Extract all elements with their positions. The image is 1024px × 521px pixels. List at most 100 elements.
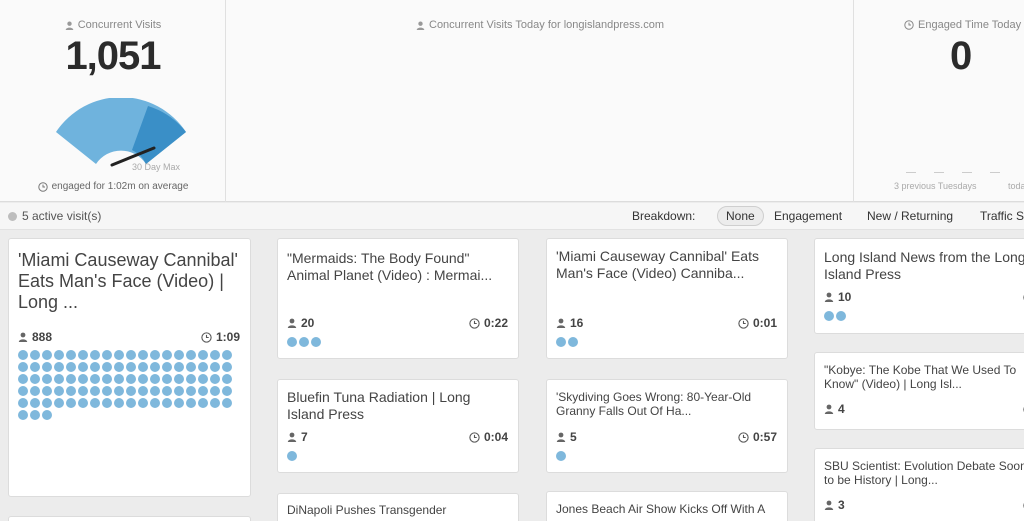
page-card[interactable]: Jones Beach Air Show Kicks Off With A: [546, 491, 788, 521]
visitor-dot: [198, 362, 208, 372]
engaged-time: 0:01: [752, 316, 777, 330]
visitor-dot: [78, 374, 88, 384]
visitor-count: 3: [838, 498, 845, 512]
page-meta: 7 0:04: [287, 430, 508, 444]
concurrent-visits-title: Concurrent Visits: [0, 19, 226, 31]
page-title[interactable]: "Mermaids: The Body Found" Animal Planet…: [287, 250, 510, 283]
visitor-count: 20: [301, 316, 315, 330]
visitor-count: 5: [570, 430, 577, 444]
visitor-dot: [186, 350, 196, 360]
stats-header: Concurrent Visits 1,051 30 Day Max engag…: [0, 0, 1024, 202]
visitor-dot: [138, 386, 148, 396]
visitor-dot: [287, 337, 297, 347]
visitor-count: 888: [32, 330, 53, 344]
visitor-dot: [222, 350, 232, 360]
visitor-dot: [824, 311, 834, 321]
page-title-text: Long Island News from the Long Island Pr…: [824, 249, 1024, 282]
visitor-dot: [18, 362, 28, 372]
person-icon: [416, 21, 425, 30]
person-icon: [824, 404, 834, 414]
page-title[interactable]: 'Skydiving Goes Wrong: 80-Year-Old Grann…: [556, 390, 779, 418]
visitor-dot: [222, 374, 232, 384]
page-card[interactable]: 'Miami Causeway Cannibal' Eats Man's Fac…: [8, 238, 251, 497]
visitor-dot: [174, 386, 184, 396]
page-card[interactable]: "Mermaids: The Body Found" Animal Planet…: [277, 238, 519, 359]
visitor-dot: [222, 362, 232, 372]
page-meta: 10: [824, 290, 1024, 304]
page-title[interactable]: Bluefin Tuna Radiation | Long Island Pre…: [287, 389, 510, 422]
previous-tuesdays-label: 3 previous Tuesdays: [894, 181, 977, 191]
page-card[interactable]: Long Island News from the Long Island Pr…: [814, 238, 1024, 334]
engaged-time-panel: Engaged Time Today 0 3 previous Tuesdays…: [854, 0, 1024, 202]
visitor-dot: [78, 398, 88, 408]
visitor-dot: [138, 362, 148, 372]
visitor-dots: [287, 451, 297, 461]
visitor-dot: [222, 398, 232, 408]
visitor-dot: [114, 350, 124, 360]
visitor-dot: [54, 398, 64, 408]
page-card[interactable]: "Kobye: The Kobe That We Used To Know" (…: [814, 352, 1024, 430]
page-title[interactable]: Jones Beach Air Show Kicks Off With A: [556, 502, 779, 516]
visitor-dot: [126, 374, 136, 384]
visitor-dot: [556, 451, 566, 461]
visits-today-panel: Concurrent Visits Today for longislandpr…: [226, 0, 854, 202]
visitor-dot: [30, 350, 40, 360]
page-meta: 16 0:01: [556, 316, 777, 330]
visitor-dot: [102, 350, 112, 360]
page-card[interactable]: [8, 516, 251, 521]
sparkline-tick: [934, 172, 944, 173]
visitor-dot: [174, 350, 184, 360]
page-title[interactable]: 'Miami Causeway Cannibal' Eats Man's Fac…: [18, 250, 242, 314]
breakdown-none[interactable]: None: [717, 206, 764, 226]
breakdown-label: Breakdown:: [632, 209, 696, 223]
page-meta: 888 1:09: [18, 330, 240, 344]
visitor-dot: [42, 374, 52, 384]
visits-today-title: Concurrent Visits Today for longislandpr…: [226, 19, 854, 31]
breakdown-traffic-source[interactable]: Traffic S: [980, 209, 1024, 223]
page-card[interactable]: 'Miami Causeway Cannibal' Eats Man's Fac…: [546, 238, 788, 359]
engaged-time-label: Engaged Time Today: [918, 19, 1022, 31]
sparkline-tick: [962, 172, 972, 173]
page-meta: 3: [824, 498, 1024, 512]
breakdown-new-returning[interactable]: New / Returning: [867, 209, 953, 223]
visitor-dot: [150, 350, 160, 360]
visitor-dots: [556, 451, 566, 461]
page-card[interactable]: Bluefin Tuna Radiation | Long Island Pre…: [277, 379, 519, 473]
visitor-dot: [210, 386, 220, 396]
page-card[interactable]: DiNapoli Pushes Transgender: [277, 493, 519, 521]
active-status-dot: [8, 212, 17, 221]
visitor-dot: [90, 374, 100, 384]
clock-icon: [738, 431, 749, 443]
gauge-max-label: 30 Day Max: [132, 162, 181, 172]
visitor-dot: [126, 398, 136, 408]
visitor-dot: [18, 398, 28, 408]
page-title[interactable]: SBU Scientist: Evolution Debate Soon to …: [824, 459, 1024, 487]
visitor-dot: [186, 386, 196, 396]
visitor-dot: [162, 362, 172, 372]
visitor-dot: [66, 362, 76, 372]
page-title[interactable]: 'Miami Causeway Cannibal' Eats Man's Fac…: [556, 248, 779, 281]
clock-icon: [738, 317, 749, 329]
person-icon: [18, 332, 28, 342]
visitor-dot: [18, 386, 28, 396]
person-icon: [287, 432, 297, 442]
person-icon: [65, 21, 73, 30]
page-card[interactable]: SBU Scientist: Evolution Debate Soon to …: [814, 448, 1024, 521]
page-title[interactable]: "Kobye: The Kobe That We Used To Know" (…: [824, 363, 1024, 391]
page-title[interactable]: DiNapoli Pushes Transgender: [287, 503, 510, 517]
visitor-dot: [42, 350, 52, 360]
breakdown-engagement[interactable]: Engagement: [774, 209, 842, 223]
page-title[interactable]: Long Island News from the Long Island Pr…: [824, 249, 1024, 282]
visitor-dot: [42, 386, 52, 396]
visitor-count: 7: [301, 430, 308, 444]
visitor-dot: [198, 398, 208, 408]
page-card[interactable]: 'Skydiving Goes Wrong: 80-Year-Old Grann…: [546, 379, 788, 473]
clock-icon: [469, 431, 480, 443]
visitor-dot: [836, 311, 846, 321]
visitor-dot: [287, 451, 297, 461]
engaged-time: 0:22: [483, 316, 508, 330]
visitor-dot: [42, 410, 52, 420]
visitor-dot: [198, 350, 208, 360]
clock-icon: [469, 317, 480, 329]
engaged-time: 0:04: [483, 430, 508, 444]
